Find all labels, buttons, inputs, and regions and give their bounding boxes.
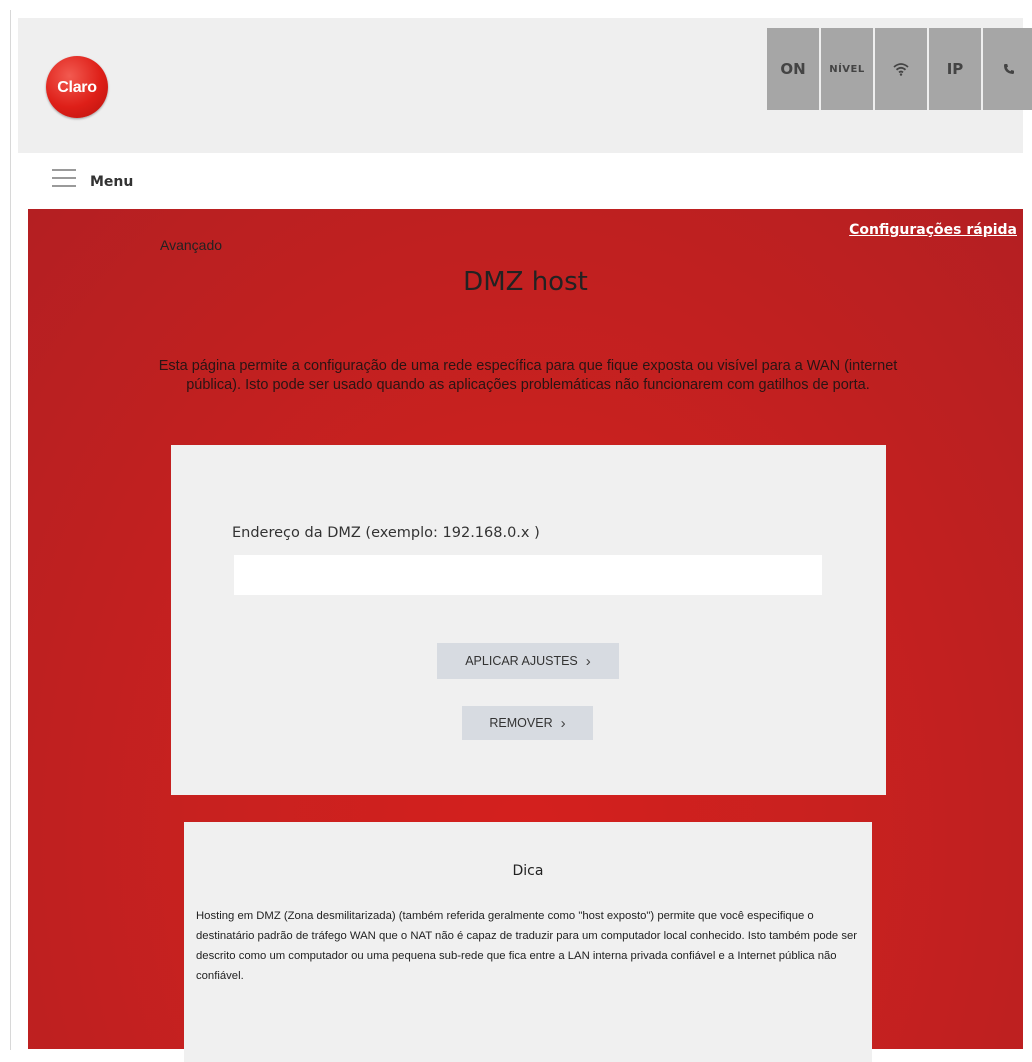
- dmz-form-card: Endereço da DMZ (exemplo: 192.168.0.x ) …: [171, 445, 886, 795]
- logo-text: Claro: [57, 79, 97, 96]
- apply-settings-button[interactable]: APLICAR AJUSTES ›: [437, 643, 619, 679]
- status-phone[interactable]: [983, 28, 1032, 110]
- tip-text: Hosting em DMZ (Zona desmilitarizada) (t…: [196, 910, 858, 982]
- status-wifi[interactable]: [875, 28, 927, 110]
- menu-label[interactable]: Menu: [90, 174, 133, 190]
- hamburger-menu-icon[interactable]: [52, 169, 76, 189]
- tip-title: Dica: [512, 863, 544, 879]
- status-level-label: NÍVEL: [829, 63, 865, 75]
- header: Claro ON NÍVEL IP: [18, 18, 1032, 153]
- status-ip[interactable]: IP: [929, 28, 981, 110]
- remove-label: REMOVER: [489, 716, 553, 730]
- page-title: DMZ host: [463, 267, 588, 297]
- main-content: Avançado Configurações rápida DMZ host E…: [28, 209, 1023, 1062]
- chevron-right-icon: ›: [585, 652, 591, 670]
- remove-button[interactable]: REMOVER ›: [462, 706, 593, 740]
- claro-logo[interactable]: Claro: [46, 56, 108, 118]
- tip-card: Dica Hosting em DMZ (Zona desmilitarizad…: [184, 822, 872, 1062]
- dmz-address-label: Endereço da DMZ (exemplo: 192.168.0.x ): [232, 525, 540, 541]
- status-level[interactable]: NÍVEL: [821, 28, 873, 110]
- menubar: Menu: [18, 153, 1023, 209]
- status-on-label: ON: [780, 60, 806, 78]
- page-description: Esta página permite a configuração de um…: [158, 358, 898, 393]
- dmz-address-input[interactable]: [234, 555, 822, 595]
- wifi-icon: [893, 62, 909, 76]
- quick-settings-link[interactable]: Configurações rápida: [849, 222, 1017, 238]
- status-on[interactable]: ON: [767, 28, 819, 110]
- apply-settings-label: APLICAR AJUSTES: [465, 654, 578, 668]
- status-bar: ON NÍVEL IP: [767, 28, 1032, 110]
- chevron-right-icon: ›: [560, 714, 566, 732]
- breadcrumb[interactable]: Avançado: [160, 237, 222, 253]
- status-ip-label: IP: [946, 60, 964, 78]
- phone-icon: [1003, 63, 1015, 75]
